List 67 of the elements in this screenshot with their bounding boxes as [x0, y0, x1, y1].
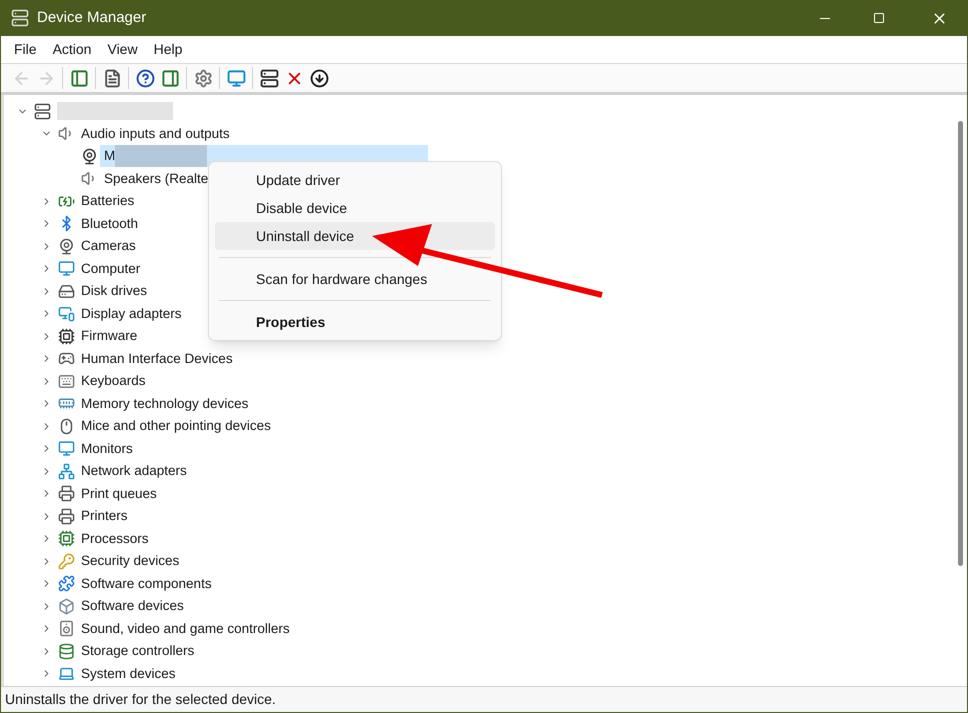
monitor-icon — [58, 260, 75, 278]
tree-item-label[interactable]: Monitors — [77, 438, 137, 459]
tree-item-label[interactable]: Storage controllers — [77, 641, 198, 662]
tree-item-label[interactable]: Display adapters — [77, 304, 186, 324]
speaker-icon — [58, 620, 75, 638]
tree-item-label[interactable]: Cameras — [77, 236, 140, 256]
context-menu-item[interactable]: Disable device — [215, 194, 495, 222]
context-menu-item[interactable]: Update driver — [215, 166, 495, 194]
tree-item-label[interactable]: Bluetooth — [77, 214, 142, 234]
tree-item-label[interactable]: Computer — [77, 258, 144, 279]
computer-icon — [58, 665, 75, 682]
tree-item-label[interactable]: Human Interface Devices — [77, 348, 237, 369]
gear-icon — [194, 68, 212, 88]
panel-icon — [160, 68, 180, 88]
tree-item-label[interactable]: Keyboards — [77, 371, 150, 392]
menu-item[interactable]: Help — [146, 39, 190, 60]
menu-item[interactable]: File — [7, 39, 44, 60]
monitor-icon — [58, 440, 75, 458]
tree-item-label[interactable]: Printers — [77, 506, 132, 526]
help-button[interactable] — [134, 67, 156, 89]
printer-icon — [58, 508, 75, 525]
context-menu-item[interactable]: Properties — [215, 308, 495, 336]
device-icon — [11, 9, 29, 27]
tree-item-label[interactable]: Mice and other pointing devices — [77, 416, 275, 436]
tree-item-label[interactable]: Speakers (Realte — [100, 168, 212, 189]
context-menu-item[interactable]: Scan for hardware changes — [215, 265, 495, 293]
tree-item-label[interactable]: Sound, video and game controllers — [77, 618, 294, 639]
processor-icon — [58, 530, 75, 548]
menu-item[interactable]: View — [100, 39, 145, 60]
document-icon — [102, 68, 122, 88]
storage-icon — [58, 642, 75, 660]
monitor-icon — [226, 68, 246, 88]
tree-item-label[interactable]: Processors — [77, 528, 153, 549]
tree-item-label[interactable]: Software components — [77, 574, 216, 594]
tree-item-label[interactable]: Software devices — [77, 596, 188, 616]
computer-icon — [34, 102, 51, 120]
keyboard-icon — [58, 372, 75, 390]
tree-item-label[interactable]: Print queues — [77, 484, 161, 504]
device-button[interactable] — [258, 67, 280, 89]
key-icon — [58, 552, 75, 570]
scrollbar-thumb[interactable] — [958, 121, 963, 566]
drive-icon — [58, 282, 75, 300]
status-text: Uninstalls the driver for the selected device. — [5, 690, 276, 709]
maximize-icon — [873, 12, 885, 24]
mouse-icon — [58, 418, 75, 435]
webcam-icon — [58, 238, 75, 255]
printer-icon — [58, 485, 75, 502]
down-arrow-button[interactable] — [308, 67, 330, 89]
window-title: Device Manager — [37, 8, 146, 28]
tree-item-label[interactable]: Memory technology devices — [77, 394, 252, 414]
tree-item-label[interactable]: System devices — [77, 664, 180, 684]
tree-item-label[interactable]: Disk drives — [77, 281, 152, 302]
menu-item[interactable]: Action — [46, 39, 98, 60]
chip-icon — [58, 328, 75, 345]
device-icon — [58, 598, 75, 615]
tree-item-label[interactable]: Firmware — [77, 326, 142, 346]
webcam-icon — [81, 148, 98, 165]
tree-item-label[interactable]: Batteries — [77, 191, 138, 212]
display-icon — [58, 305, 75, 322]
help-icon — [136, 68, 154, 88]
tree-item-label[interactable]: Security devices — [77, 551, 184, 572]
puzzle-icon — [58, 575, 75, 592]
tree-item-label[interactable]: Audio inputs and outputs — [77, 124, 234, 144]
network-icon — [58, 462, 75, 480]
tree-item-label[interactable]: Network adapters — [77, 461, 191, 482]
device-icon — [260, 68, 278, 88]
panel-icon — [70, 68, 88, 88]
